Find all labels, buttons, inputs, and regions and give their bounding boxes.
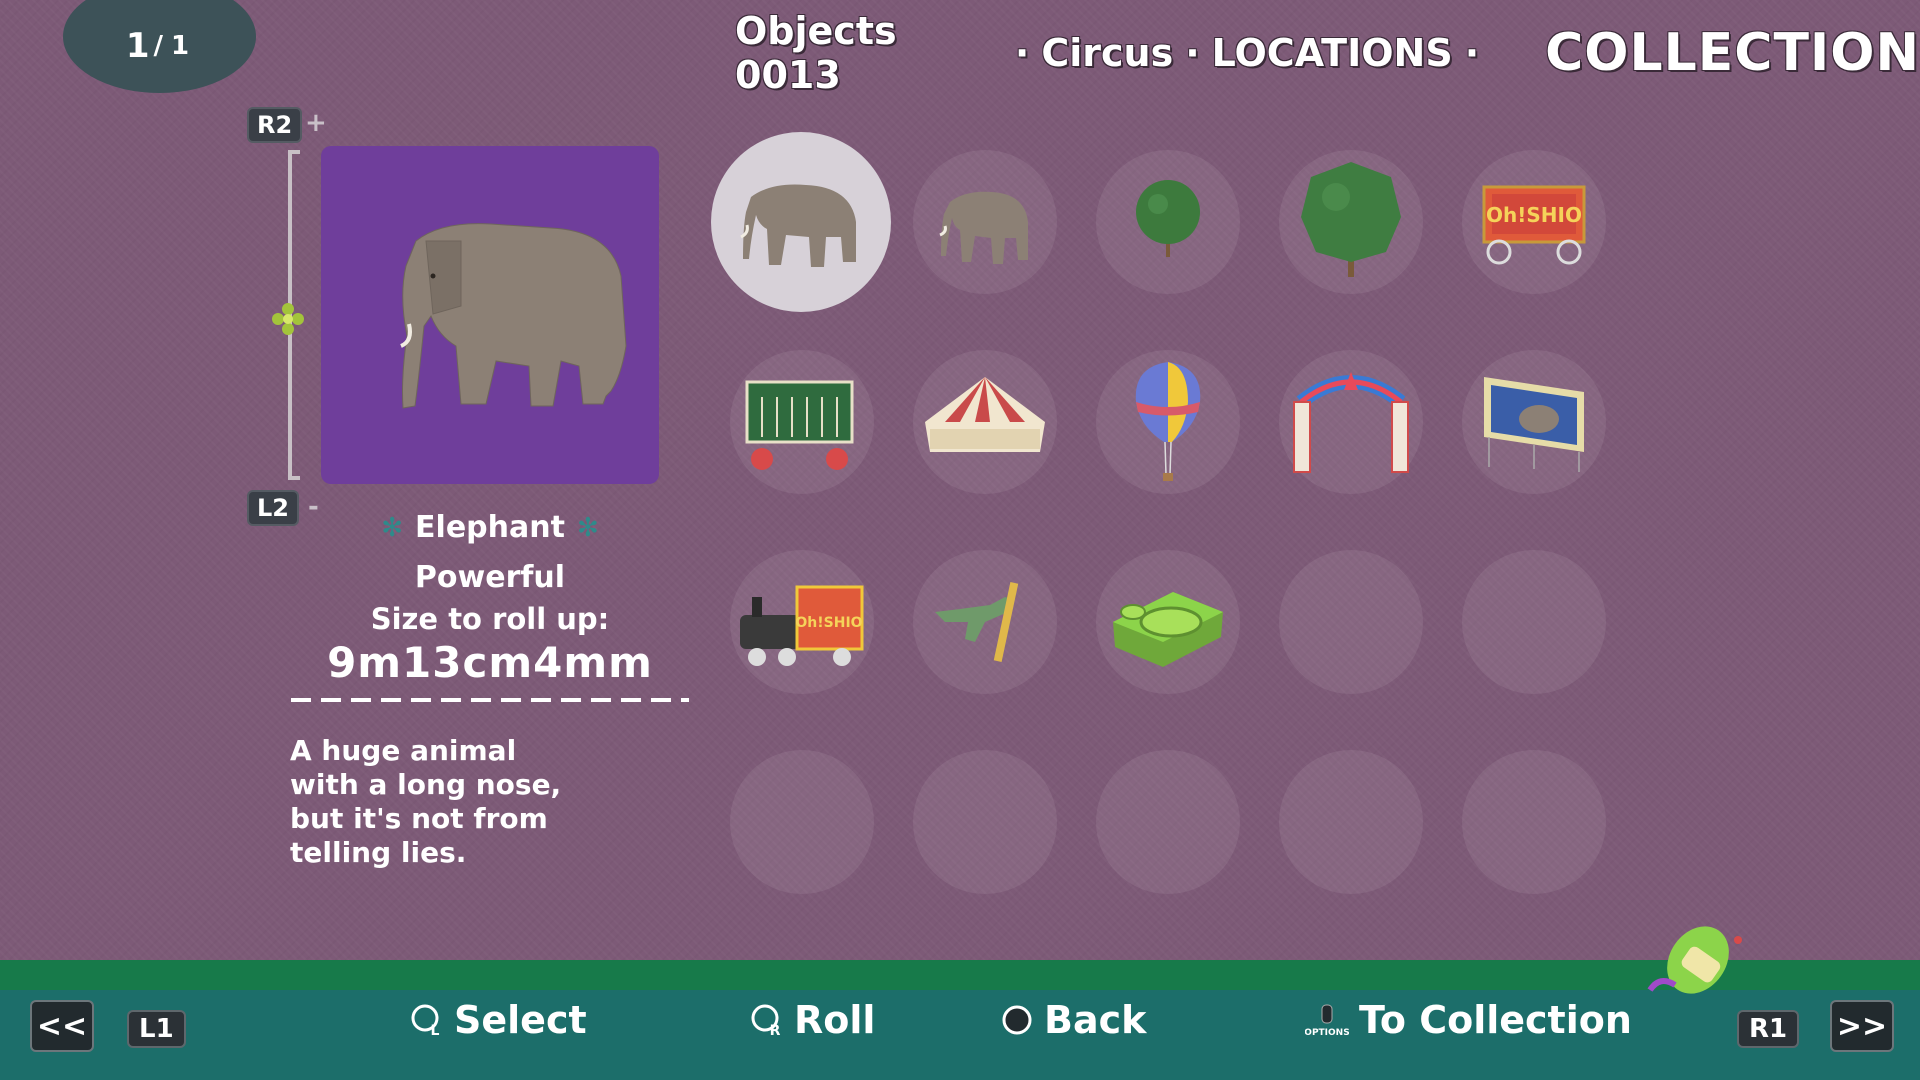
breadcrumb-separator: ·	[1014, 31, 1030, 75]
back-hint[interactable]: Back	[1000, 998, 1146, 1042]
left-stick-icon: L	[411, 1004, 440, 1037]
select-label: Select	[454, 998, 587, 1042]
hot-air-balloon-icon	[1135, 362, 1201, 481]
object-preview	[321, 146, 659, 484]
grid-item-empty	[1279, 750, 1423, 894]
page-total: 1	[171, 30, 190, 61]
right-stick-icon: R	[751, 1004, 781, 1037]
star-icon: ✻	[381, 512, 404, 543]
grid-item-empty	[1462, 750, 1606, 894]
right-stick-key: R	[770, 1023, 781, 1037]
select-hint[interactable]: L Select	[410, 998, 587, 1042]
next-page-button[interactable]: >>	[1830, 1000, 1894, 1052]
grid-item-circus-train[interactable]: Oh!SHIO	[730, 550, 874, 694]
r1-button[interactable]: R1	[1737, 1010, 1800, 1048]
divider	[291, 698, 689, 702]
object-description: A huge animal with a long nose, but it's…	[290, 734, 562, 869]
large-tree-icon	[1301, 162, 1401, 277]
circus-wagon-icon: Oh!SHIO	[1482, 185, 1586, 265]
grid-item-empty	[730, 750, 874, 894]
grid-item-empty	[1096, 750, 1240, 894]
breadcrumb: Objects 0013 · Circus · LOCATIONS · COLL…	[735, 9, 1920, 97]
circus-tent-icon	[925, 377, 1045, 452]
grid-item-elephant[interactable]	[711, 132, 891, 312]
to-collection-hint[interactable]: OPTIONS To Collection	[1305, 998, 1632, 1042]
object-name-row: ✻ Elephant ✻	[290, 510, 690, 545]
grid-item-circus-gate[interactable]	[1279, 350, 1423, 494]
grid-item-circus-wagon[interactable]: Oh!SHIO	[1462, 150, 1606, 294]
playground-mat-icon	[1113, 592, 1223, 667]
options-button-icon: OPTIONS	[1305, 1004, 1349, 1037]
grid-item-empty	[1462, 550, 1606, 694]
grid-item-circus-tent[interactable]	[913, 350, 1057, 494]
prince-icon	[1647, 926, 1742, 994]
breadcrumb-location: Circus	[1041, 31, 1174, 75]
grid-item-small-tree[interactable]	[1096, 150, 1240, 294]
options-key: OPTIONS	[1305, 1028, 1349, 1037]
zoom-plus-sign: +	[305, 108, 327, 138]
grid-item-empty	[913, 750, 1057, 894]
zoom-in-button[interactable]: R2	[247, 107, 303, 143]
page-title: COLLECTION	[1545, 23, 1920, 83]
grid-item-animal-cage-wagon[interactable]	[730, 350, 874, 494]
wagon-label: Oh!SHIO	[1486, 203, 1582, 227]
size-value: 9m13cm4mm	[327, 638, 653, 687]
animal-cage-wagon-icon	[745, 380, 854, 470]
roll-label: Roll	[794, 998, 876, 1042]
elephant-icon	[740, 184, 856, 267]
to-collection-label: To Collection	[1359, 998, 1632, 1042]
train-label: Oh!SHIO	[795, 615, 862, 631]
grid-item-large-tree[interactable]	[1279, 150, 1423, 294]
breadcrumb-separator: ·	[1464, 31, 1480, 75]
grid-item-billboard[interactable]	[1462, 350, 1606, 494]
left-stick-key: L	[431, 1023, 440, 1037]
zoom-knob-icon[interactable]	[271, 302, 305, 336]
elephant-icon	[939, 191, 1028, 264]
deer-icon	[935, 582, 1019, 662]
grid-item-elephant-2[interactable]	[913, 150, 1057, 294]
page-separator: /	[153, 30, 164, 61]
prev-page-button[interactable]: <<	[30, 1000, 94, 1052]
l1-button[interactable]: L1	[127, 1010, 186, 1048]
object-trait: Powerful	[414, 560, 566, 595]
circus-gate-icon	[1293, 372, 1409, 473]
roll-hint[interactable]: R Roll	[750, 998, 875, 1042]
breadcrumb-category: Objects 0013	[735, 9, 897, 97]
circus-train-icon: Oh!SHIO	[740, 585, 864, 666]
object-name: Elephant	[415, 510, 565, 545]
star-icon: ✻	[576, 512, 599, 543]
grid-item-hot-air-balloon[interactable]	[1096, 350, 1240, 494]
circle-button-icon	[1002, 1005, 1032, 1035]
small-tree-icon	[1136, 180, 1200, 257]
billboard-icon	[1484, 377, 1584, 472]
elephant-icon	[400, 223, 627, 409]
breadcrumb-separator: ·	[1185, 31, 1200, 75]
breadcrumb-section: LOCATIONS	[1211, 31, 1453, 75]
grid-item-empty	[1279, 550, 1423, 694]
page-current: 1	[125, 25, 150, 66]
grid-item-deer[interactable]	[913, 550, 1057, 694]
size-label: Size to roll up:	[370, 602, 610, 636]
grid-item-playground-mat[interactable]	[1096, 550, 1240, 694]
back-label: Back	[1044, 998, 1147, 1042]
